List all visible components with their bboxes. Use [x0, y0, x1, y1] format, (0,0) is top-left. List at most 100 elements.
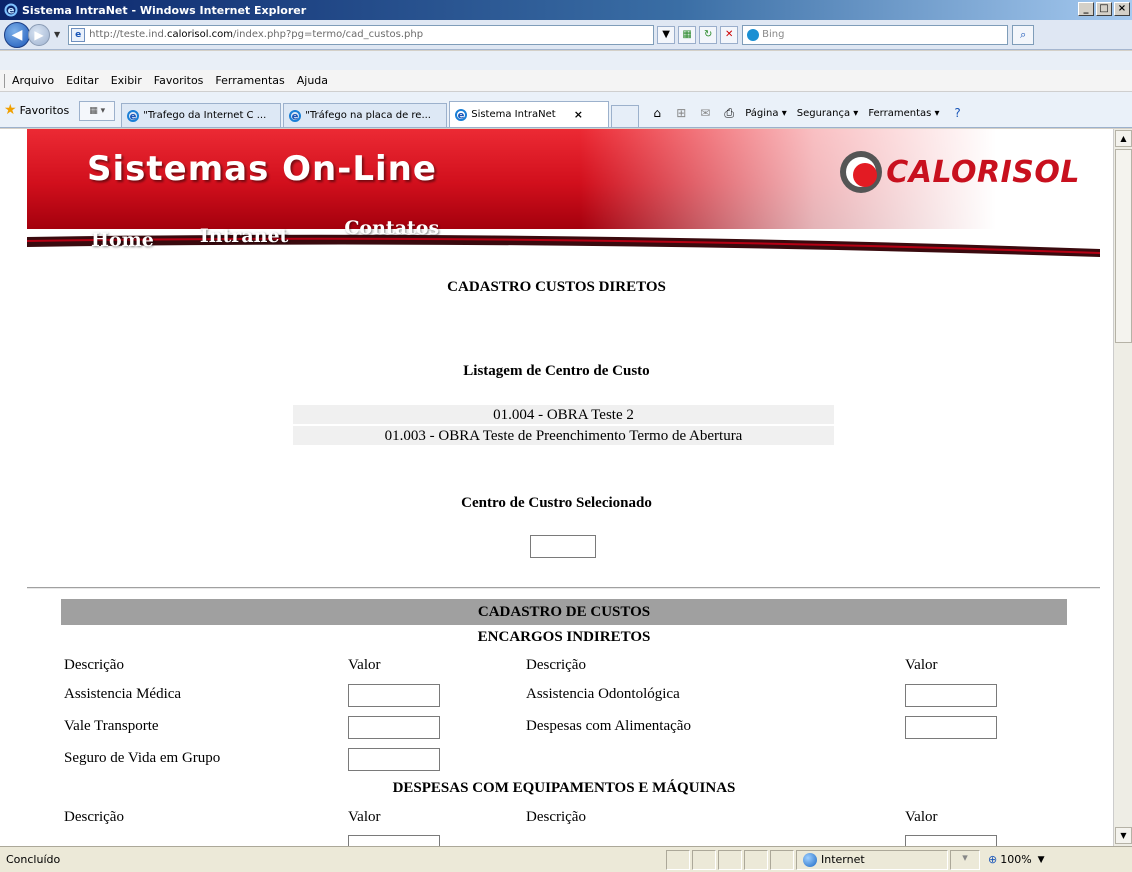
stop-icon[interactable]: ✕ — [720, 25, 739, 44]
svg-text:e: e — [458, 110, 465, 121]
zone-label: Internet — [821, 853, 865, 866]
tab-trafego-internet[interactable]: e "Trafego da Internet C ... — [121, 103, 282, 127]
menu-ajuda[interactable]: Ajuda — [297, 74, 328, 87]
cost-center-list: 01.004 - OBRA Teste 2 01.003 - OBRA Test… — [293, 405, 834, 447]
col-valor-right-2: Valor — [905, 809, 938, 825]
close-tab-icon[interactable]: × — [574, 108, 583, 121]
address-dropdown-icon[interactable]: ▼ — [657, 25, 676, 44]
menu-editar[interactable]: Editar — [66, 74, 99, 87]
ie-page-icon: e — [127, 109, 140, 122]
home-icon[interactable]: ⌂ — [649, 106, 665, 120]
nav-intranet[interactable]: Intranet — [200, 225, 288, 251]
menu-favoritos[interactable]: Favoritos — [154, 74, 204, 87]
window-titlebar: e Sistema IntraNet - Windows Internet Ex… — [0, 0, 1132, 20]
calorisol-logo: CALORISOL — [838, 149, 1080, 195]
page-content: Sistemas On-Line Home Intranet Contatos … — [0, 129, 1113, 846]
tab-label: Sistema IntraNet — [471, 109, 556, 120]
minimize-button[interactable]: _ — [1078, 2, 1094, 16]
assistencia-odontologica-field[interactable] — [905, 684, 997, 707]
mail-icon[interactable]: ✉ — [697, 106, 713, 120]
col-valor-left-2: Valor — [348, 809, 381, 825]
back-button[interactable]: ◀ — [4, 21, 30, 48]
section-cadastro-custos: CADASTRO DE CUSTOS — [61, 599, 1067, 625]
search-placeholder: Bing — [762, 29, 785, 40]
site-brand: Sistemas On-Line — [87, 149, 437, 189]
search-input[interactable]: Bing — [742, 24, 1009, 45]
col-descricao-right-2: Descrição — [526, 809, 586, 825]
label-assistencia-medica: Assistencia Médica — [64, 686, 182, 702]
nav-home[interactable]: Home — [91, 229, 154, 251]
feeds-icon[interactable]: ⊞ — [673, 106, 689, 120]
protected-mode-icon[interactable]: ▾ — [950, 849, 980, 870]
calorisol-logo-icon — [840, 151, 883, 193]
star-icon: ★ — [4, 102, 17, 118]
status-cell — [718, 849, 742, 870]
zoom-dropdown-icon: ▼ — [1037, 854, 1045, 865]
tools-menu[interactable]: Ferramentas ▾ — [868, 108, 939, 119]
site-nav: Home Intranet Contatos — [91, 217, 439, 251]
ie-page-icon: e — [289, 109, 302, 122]
ie-page-icon: e — [455, 108, 468, 121]
label-seguro-vida: Seguro de Vida em Grupo — [64, 750, 221, 766]
tab-sistema-intranet[interactable]: e Sistema IntraNet × — [449, 101, 610, 127]
encargos-heading: ENCARGOS INDIRETOS — [477, 629, 651, 645]
cost-center-row[interactable]: 01.004 - OBRA Teste 2 — [293, 405, 834, 426]
scroll-up-icon[interactable]: ▲ — [1115, 130, 1132, 147]
vale-transporte-field[interactable] — [348, 716, 440, 739]
equipamentos-field-1[interactable] — [348, 835, 440, 846]
menu-arquivo[interactable]: Arquivo — [12, 74, 54, 87]
help-icon[interactable]: ? — [950, 106, 966, 120]
tab-label: "Tráfego na placa de re... — [305, 110, 431, 121]
col-valor-left: Valor — [348, 657, 381, 673]
status-cell — [744, 849, 768, 870]
ie-logo-icon: e — [4, 3, 18, 17]
scroll-thumb[interactable] — [1115, 149, 1132, 343]
nav-contatos[interactable]: Contatos — [344, 217, 439, 251]
print-icon[interactable]: ⎙ — [721, 106, 737, 120]
security-zone[interactable]: Internet — [796, 849, 948, 870]
menu-ferramentas[interactable]: Ferramentas — [215, 74, 284, 87]
address-toolbar: ◀ ▶ ▼ e http://teste.ind.calorisol.com/i… — [0, 20, 1132, 50]
scroll-down-icon[interactable]: ▼ — [1115, 827, 1132, 844]
col-descricao-left: Descrição — [64, 657, 124, 673]
maximize-button[interactable]: □ — [1096, 2, 1112, 16]
close-window-button[interactable]: × — [1114, 2, 1130, 16]
window-title: Sistema IntraNet - Windows Internet Expl… — [22, 3, 307, 17]
seguro-vida-field[interactable] — [348, 748, 440, 771]
search-icon[interactable]: ⌕ — [1012, 24, 1035, 45]
address-field[interactable]: e http://teste.ind.calorisol.com/index.p… — [68, 24, 655, 45]
cost-center-row[interactable]: 01.003 - OBRA Teste de Preenchimento Ter… — [293, 426, 834, 447]
menu-bar: Arquivo Editar Exibir Favoritos Ferramen… — [0, 70, 1132, 92]
favorites-button[interactable]: ★ Favoritos — [4, 102, 69, 118]
compatibility-view-icon[interactable]: ▦ — [678, 25, 697, 44]
svg-text:e: e — [130, 111, 137, 122]
vertical-scrollbar[interactable]: ▲ ▼ — [1113, 129, 1132, 846]
new-tab-button[interactable] — [611, 105, 640, 127]
security-menu[interactable]: Segurança ▾ — [797, 108, 859, 119]
page-icon: e — [71, 27, 86, 42]
page-menu[interactable]: Página ▾ — [745, 108, 787, 119]
assistencia-medica-field[interactable] — [348, 684, 440, 707]
selected-cost-center-field[interactable] — [530, 535, 596, 558]
menubar-grip — [4, 73, 6, 88]
status-text: Concluído — [6, 853, 61, 866]
label-despesas-alimentacao: Despesas com Alimentação — [526, 718, 691, 734]
status-cell — [692, 849, 716, 870]
zoom-control[interactable]: ⊕ 100% ▼ — [982, 850, 1045, 870]
col-descricao-right: Descrição — [526, 657, 586, 673]
forward-button[interactable]: ▶ — [28, 23, 50, 46]
refresh-icon[interactable]: ↻ — [699, 25, 718, 44]
quick-tabs-icon[interactable]: ▦ ▾ — [79, 101, 116, 121]
svg-text:e: e — [8, 6, 15, 17]
bing-icon — [747, 28, 760, 41]
despesas-alimentacao-field[interactable] — [905, 716, 997, 739]
equipamentos-heading: DESPESAS COM EQUIPAMENTOS E MÁQUINAS — [392, 780, 736, 796]
tab-label: "Trafego da Internet C ... — [143, 110, 267, 121]
page-title: CADASTRO CUSTOS DIRETOS — [447, 279, 666, 295]
equipamentos-field-2[interactable] — [905, 835, 997, 846]
site-banner: Sistemas On-Line Home Intranet Contatos … — [27, 129, 1100, 264]
menu-exibir[interactable]: Exibir — [111, 74, 142, 87]
zoom-label: 100% — [1000, 853, 1032, 866]
history-dropdown-icon[interactable]: ▼ — [54, 30, 60, 39]
tab-trafego-placa[interactable]: e "Tráfego na placa de re... — [283, 103, 448, 127]
